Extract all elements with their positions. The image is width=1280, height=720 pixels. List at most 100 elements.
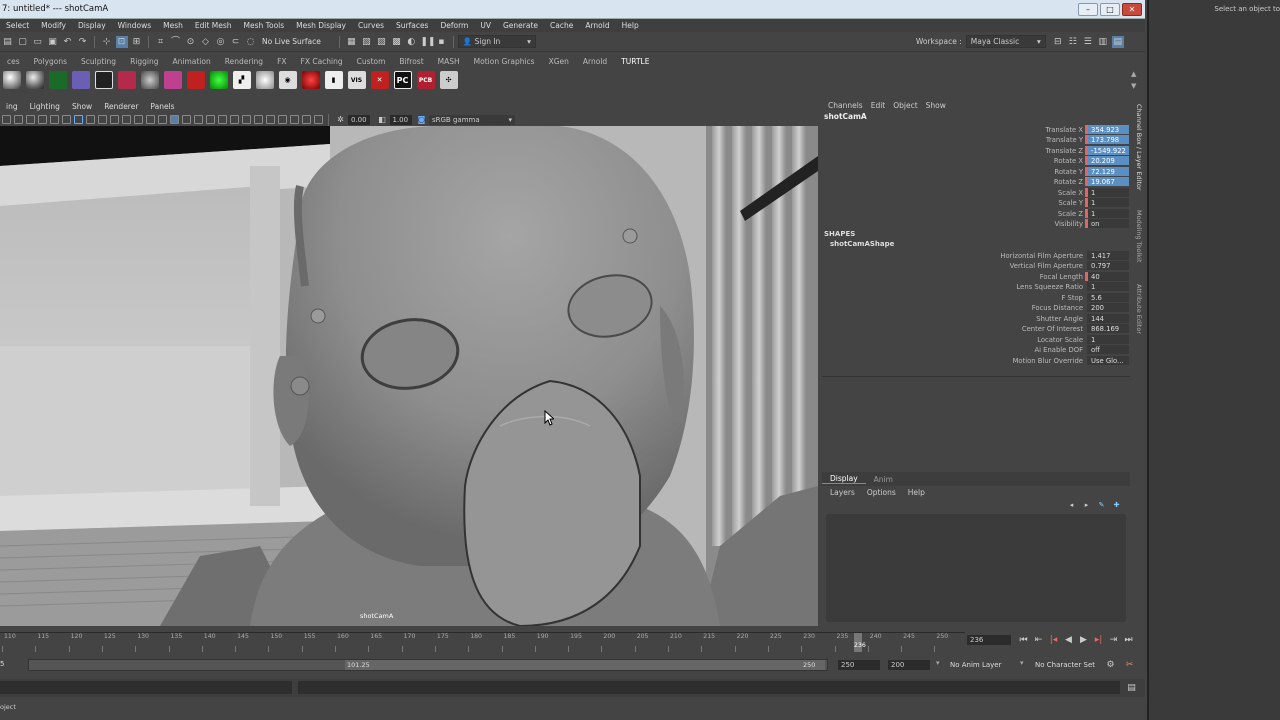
channel-label[interactable]: Rotate Y xyxy=(883,167,1083,177)
channel-row[interactable]: Horizontal Film Aperture 1.417 xyxy=(822,251,1130,261)
color-management-icon[interactable]: ◙ xyxy=(416,114,428,126)
object-name[interactable]: shotCamA xyxy=(822,112,1130,122)
menu-help[interactable]: Help xyxy=(616,21,645,30)
channel-label[interactable]: Motion Blur Override xyxy=(883,356,1083,366)
channel-value[interactable]: 1 xyxy=(1085,198,1129,208)
move-layer-up-icon[interactable]: ◂ xyxy=(1066,499,1078,511)
channel-label[interactable]: Focus Distance xyxy=(883,303,1083,313)
channel-label[interactable]: Shutter Angle xyxy=(883,314,1083,324)
field-chart-icon[interactable] xyxy=(121,115,131,124)
cube-blue-icon[interactable] xyxy=(71,71,90,89)
channel-value[interactable]: 173.798 xyxy=(1085,135,1129,145)
shelf-tab-fx-caching[interactable]: FX Caching xyxy=(294,57,350,66)
exposure-field[interactable]: 0.00 xyxy=(348,114,370,125)
default-material-icon[interactable] xyxy=(181,115,191,124)
command-input[interactable] xyxy=(0,681,292,694)
channel-label[interactable]: Scale X xyxy=(883,188,1083,198)
channel-value[interactable]: 20.209 xyxy=(1085,156,1129,166)
step-back-frame-icon[interactable]: |◂ xyxy=(1048,634,1060,646)
play-forwards-icon[interactable]: ▶ xyxy=(1078,634,1090,646)
isolate-select-icon[interactable] xyxy=(277,115,287,124)
channel-value[interactable]: 19.067 xyxy=(1085,177,1129,187)
channel-value[interactable]: 868.169 xyxy=(1087,324,1129,334)
channel-row[interactable]: Focal Length 40 xyxy=(822,271,1130,282)
crossed-icon[interactable]: ✕ xyxy=(370,71,389,89)
shelf-tab-ces[interactable]: ces xyxy=(0,57,27,66)
viewport-menu-ing[interactable]: ing xyxy=(0,102,24,111)
two-d-pan-icon[interactable] xyxy=(49,115,59,124)
select-camera-icon[interactable] xyxy=(1,115,11,124)
exposure-icon[interactable]: ✲ xyxy=(335,114,347,126)
channel-value[interactable]: 40 xyxy=(1085,271,1129,281)
select-object-icon[interactable]: ⊡ xyxy=(115,35,128,48)
channel-row[interactable]: Scale Z1 xyxy=(822,208,1130,219)
current-frame-field[interactable]: 236 xyxy=(967,635,1013,647)
channel-row[interactable]: Lens Squeeze Ratio 1 xyxy=(822,282,1130,292)
viewport-menu-panels[interactable]: Panels xyxy=(144,102,180,111)
channel-row[interactable]: Scale Y1 xyxy=(822,198,1130,208)
channel-value[interactable]: 354.923 xyxy=(1085,125,1129,134)
red-gem-icon[interactable] xyxy=(117,71,136,89)
channel-row[interactable]: Visibility on xyxy=(822,219,1130,229)
channel-row[interactable]: Motion Blur Override Use Glo... xyxy=(822,355,1130,366)
snap-grid-icon[interactable]: ⌗ xyxy=(155,36,167,48)
playback-end-field[interactable]: 200 xyxy=(888,660,930,670)
render-settings-icon[interactable]: ▩ xyxy=(390,36,402,48)
step-forward-key-icon[interactable]: ⇥ xyxy=(1108,634,1120,646)
depth-of-field-icon[interactable] xyxy=(265,115,275,124)
channel-row[interactable]: Rotate X 20.209 xyxy=(822,156,1130,166)
wireframe-icon[interactable] xyxy=(157,115,167,124)
lamp-icon[interactable]: ▮ xyxy=(324,71,343,89)
new-scene-icon[interactable]: ▢ xyxy=(17,36,29,48)
channel-row[interactable]: Rotate Y 72.129 xyxy=(822,166,1130,177)
channel-value[interactable]: 1 xyxy=(1085,208,1129,218)
menu-arnold[interactable]: Arnold xyxy=(579,21,615,30)
ipr-render-icon[interactable]: ▨ xyxy=(375,36,387,48)
undo-icon[interactable]: ↶ xyxy=(62,36,74,48)
viewport-menu-lighting[interactable]: Lighting xyxy=(24,102,66,111)
toggle-channelbox-icon[interactable]: ▤ xyxy=(1111,35,1124,48)
menu-surfaces[interactable]: Surfaces xyxy=(390,21,434,30)
pink-light-icon[interactable] xyxy=(163,71,182,89)
image-plane-icon[interactable] xyxy=(37,115,47,124)
menu-cache[interactable]: Cache xyxy=(544,21,579,30)
lights-icon[interactable] xyxy=(205,115,215,124)
go-to-start-icon[interactable]: ⏮ xyxy=(1018,634,1030,646)
go-to-end-icon[interactable]: ⏭ xyxy=(1123,634,1135,646)
uv-tool-icon[interactable]: ✣ xyxy=(439,71,458,89)
open-scene-icon[interactable]: ▭ xyxy=(32,36,44,48)
xray-icon[interactable] xyxy=(289,115,299,124)
redo-icon[interactable]: ↷ xyxy=(77,36,89,48)
chevron-down-icon[interactable]: ▾ xyxy=(1020,659,1024,667)
shelf-tab-rendering[interactable]: Rendering xyxy=(218,57,270,66)
channel-label[interactable]: Rotate Z xyxy=(883,177,1083,187)
view-transform-dropdown[interactable]: sRGB gamma ▾ xyxy=(429,114,515,125)
shape-name[interactable]: shotCamAShape xyxy=(830,240,894,248)
chevron-down-icon[interactable]: ▾ xyxy=(936,659,940,667)
time-slider[interactable]: 110 115 120 125 130 135 140 145 150 155 160 165 170 1… xyxy=(0,632,965,652)
menu-mesh[interactable]: Mesh xyxy=(157,21,189,30)
step-forward-frame-icon[interactable]: ▸| xyxy=(1093,634,1105,646)
camera-attributes-icon[interactable] xyxy=(13,115,23,124)
menu-uv[interactable]: UV xyxy=(474,21,497,30)
channel-row[interactable]: Scale X1 xyxy=(822,187,1130,198)
shelf-tab-polygons[interactable]: Polygons xyxy=(27,57,74,66)
tab-anim[interactable]: Anim xyxy=(866,475,901,484)
channel-label[interactable]: Vertical Film Aperture xyxy=(883,261,1083,271)
shelf-tab-custom[interactable]: Custom xyxy=(350,57,393,66)
white-sphere-icon[interactable] xyxy=(255,71,274,89)
channel-value[interactable]: 1.417 xyxy=(1087,251,1129,260)
shelf-tab-xgen[interactable]: XGen xyxy=(542,57,576,66)
bookmark-icon[interactable] xyxy=(25,115,35,124)
channel-label[interactable]: Scale Z xyxy=(883,209,1083,219)
viewport-menu-show[interactable]: Show xyxy=(66,102,98,111)
menu-mesh-tools[interactable]: Mesh Tools xyxy=(238,21,291,30)
menu-modify[interactable]: Modify xyxy=(35,21,72,30)
shelf-tab-rigging[interactable]: Rigging xyxy=(123,57,165,66)
channel-value[interactable]: 200 xyxy=(1087,303,1129,313)
channel-row[interactable]: Center Of Interest 868.169 xyxy=(822,324,1130,334)
red-light-icon[interactable] xyxy=(186,71,205,89)
shelf-tab-arnold[interactable]: Arnold xyxy=(576,57,614,66)
stop-icon[interactable]: ▪ xyxy=(435,36,447,48)
channel-menu-object[interactable]: Object xyxy=(889,101,921,110)
